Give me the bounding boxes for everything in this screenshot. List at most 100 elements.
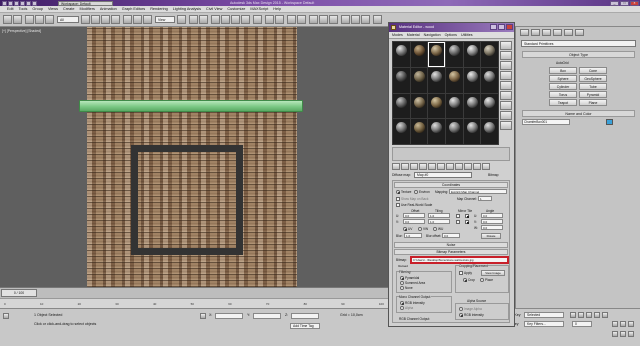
reset-map-icon[interactable] [419,162,427,170]
u-angle-field[interactable]: 0,0 [481,213,503,218]
material-editor-icon[interactable] [329,15,338,24]
display-tab-icon[interactable] [564,29,573,36]
sample-slot[interactable] [445,119,463,144]
menu-group[interactable]: Group [32,7,43,11]
time-slider[interactable]: 0 / 100 [0,287,388,298]
zoom-all-icon[interactable] [612,331,618,337]
time-slider-thumb[interactable]: 0 / 100 [1,289,37,297]
reference-coord-dropdown[interactable]: View [155,16,175,23]
menu-maxscript[interactable]: MAXScript [250,7,268,11]
sample-slot[interactable] [428,119,445,144]
summed-area-radio[interactable] [400,281,404,285]
sample-slot-active[interactable] [428,42,445,67]
wu-radio[interactable] [433,227,437,231]
backlight-icon[interactable] [500,51,512,60]
v-tile-checkbox[interactable] [465,220,469,224]
viewport-label[interactable]: [+] [Perspective] [Shaded] [2,29,41,33]
menu-modifiers[interactable]: Modifiers [79,7,94,11]
x-coordinate-field[interactable] [215,313,243,319]
move-icon[interactable] [123,15,132,24]
sample-slot[interactable] [428,67,445,93]
menu-animation[interactable]: Animation [100,7,117,11]
get-material-icon[interactable] [392,162,400,170]
graphite-ribbon-icon[interactable] [297,15,306,24]
w-angle-field[interactable]: 0,0 [481,225,503,230]
teapot-render-icon[interactable] [373,15,382,24]
options-icon[interactable] [500,101,512,110]
new-icon[interactable] [8,0,13,6]
me-minimize-button[interactable] [490,24,497,30]
mono-rgb-intensity-radio[interactable] [400,301,404,305]
redo-icon[interactable] [32,0,37,6]
v-tiling-field[interactable]: 1,0 [428,219,450,224]
go-forward-sibling-icon[interactable] [482,162,490,170]
snaps-toggle-icon[interactable] [211,15,220,24]
open-icon[interactable] [14,0,19,6]
close-button[interactable]: × [630,0,639,6]
maximize-button[interactable]: □ [620,0,629,6]
sample-slot[interactable] [393,42,410,67]
link-icon[interactable] [25,15,34,24]
menu-tools[interactable]: Tools [19,7,28,11]
pivot-center-icon[interactable] [177,15,186,24]
assign-to-selection-icon[interactable] [410,162,418,170]
render-production-icon[interactable] [361,15,370,24]
zoom-icon[interactable] [612,321,618,327]
show-map-icon[interactable] [455,162,463,170]
layer-manager-icon[interactable] [287,15,296,24]
menu-customize[interactable]: Customize [227,7,245,11]
cylinder-button[interactable]: Cylinder [549,83,577,90]
me-menu-options[interactable]: Options [445,33,457,37]
sample-slot[interactable] [463,119,481,144]
u-tile-checkbox[interactable] [465,214,469,218]
v-offset-field[interactable]: 0,0 [403,219,425,224]
sphere-button[interactable]: Sphere [549,75,577,82]
next-frame-icon[interactable] [594,312,600,318]
bitmap-path-button[interactable]: C:\Users\...\Desktop\Stone\stone-wall-te… [410,256,509,264]
motion-tab-icon[interactable] [553,29,562,36]
add-time-tag-button[interactable]: Add Time Tag [290,323,320,329]
percent-snap-icon[interactable] [231,15,240,24]
uv-tiling-icon[interactable] [500,71,512,80]
teapot-button[interactable]: Teapot [549,99,577,106]
sample-slot[interactable] [393,93,410,119]
angle-snap-icon[interactable] [221,15,230,24]
utilities-tab-icon[interactable] [575,29,584,36]
primitive-type-dropdown[interactable]: Standard Primitives [521,40,636,47]
unlink-icon[interactable] [35,15,44,24]
sample-slot[interactable] [481,67,498,93]
maximize-viewport-icon[interactable] [628,331,634,337]
menu-lighting-analysis[interactable]: Lighting Analysis [173,7,201,11]
sample-slot[interactable] [410,119,428,144]
goto-start-icon[interactable] [570,312,576,318]
use-real-world-scale-checkbox[interactable] [396,203,400,207]
show-map-on-back-checkbox[interactable] [396,197,400,201]
perspective-viewport[interactable]: [+] [Perspective] [Shaded] [0,27,388,287]
sample-slot[interactable] [393,67,410,93]
window-frame-object[interactable] [131,145,243,255]
menu-create[interactable]: Create [63,7,74,11]
selection-filter-dropdown[interactable]: All [57,16,79,23]
spinner-snap-icon[interactable] [241,15,250,24]
modify-tab-icon[interactable] [531,29,540,36]
make-unique-icon[interactable] [428,162,436,170]
menu-civil-view[interactable]: Civil View [206,7,222,11]
minimize-button[interactable]: _ [610,0,619,6]
mirror-icon[interactable] [265,15,274,24]
select-manipulate-icon[interactable] [189,15,198,24]
pyramid-button[interactable]: Pyramid [579,91,607,98]
create-tab-icon[interactable] [520,29,529,36]
orbit-icon[interactable] [628,321,634,327]
torus-button[interactable]: Torus [549,91,577,98]
apply-checkbox[interactable] [459,271,463,275]
put-to-library-icon[interactable] [437,162,445,170]
sample-slot[interactable] [463,93,481,119]
sample-slot[interactable] [410,67,428,93]
view-image-button[interactable]: View Image [481,270,505,276]
u-offset-field[interactable]: 0,0 [403,213,425,218]
put-to-scene-icon[interactable] [401,162,409,170]
sample-type-icon[interactable] [500,41,512,50]
coordinates-rollout[interactable]: Coordinates [394,182,508,188]
make-preview-icon[interactable] [500,91,512,100]
sample-slot[interactable] [445,67,463,93]
